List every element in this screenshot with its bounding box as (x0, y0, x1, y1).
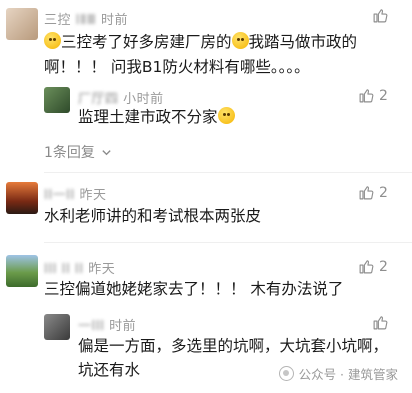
thumbs-up-icon (359, 260, 374, 274)
comment-text-line2: 啊！！！ 问我B1防火材料有哪些。。。。 (44, 58, 310, 76)
thumbs-up-icon (373, 9, 388, 23)
like-count: 2 (379, 258, 388, 275)
comment-text-line2: 坑还有水 (78, 361, 141, 379)
grin-emoji-icon (231, 32, 249, 49)
comment-text: 三控偏道她姥姥家去了！！！ 木有办法说了 (44, 280, 344, 298)
comment-time: 昨天 (88, 262, 116, 277)
like-count: 2 (379, 184, 388, 201)
divider (44, 172, 412, 173)
comment-meta: 三控 ⅠⅡⅢ 时前 (44, 9, 128, 28)
grin-emoji-icon (44, 32, 61, 49)
like-button[interactable]: 2 (358, 87, 388, 104)
laugh-emoji-icon (217, 107, 235, 124)
comment-text: 偏是一方面，多选里的坑啊，大坑套小坑啊， (78, 337, 389, 355)
commenter-name-blurred: ⅠⅡⅢ (75, 13, 97, 28)
like-button[interactable] (372, 7, 393, 24)
comment-meta: ⅠⅠⅠ ⅠⅠ ⅠⅠ 昨天 (44, 258, 115, 277)
comment-text: 三控考了好多房建厂房的 我踏马做市政的 (44, 30, 357, 55)
commenter-name-blurred: ⅠⅠ一ⅠⅠ (44, 188, 75, 203)
avatar[interactable] (44, 87, 70, 113)
like-button[interactable]: 2 (358, 258, 388, 275)
comment-text: 监理土建市政不分家 (78, 105, 235, 130)
comment-time: 时前 (101, 13, 129, 28)
comment-meta: 一ⅠⅠⅠ 时前 (78, 315, 136, 334)
view-replies-link[interactable]: 1条回复 (44, 142, 112, 162)
commenter-name-blurred: 一ⅠⅠⅠ (78, 319, 105, 334)
like-button[interactable] (372, 314, 393, 331)
like-button[interactable]: 2 (358, 184, 388, 201)
comment-meta: ⅠⅠ一ⅠⅠ 昨天 (44, 184, 107, 203)
thumbs-up-icon (359, 186, 374, 200)
commenter-name: 三控 (44, 13, 72, 28)
avatar[interactable] (44, 314, 70, 340)
like-count: 2 (379, 87, 388, 104)
avatar[interactable] (6, 255, 38, 287)
avatar[interactable] (6, 182, 38, 214)
comment-text: 水利老师讲的和考试根本两张皮 (44, 207, 262, 225)
thumbs-up-icon (373, 316, 388, 330)
comment-time: 昨天 (79, 188, 107, 203)
commenter-name-blurred: ⅠⅠⅠ ⅠⅠ ⅠⅠ (44, 262, 84, 277)
chevron-down-icon (102, 149, 111, 155)
avatar[interactable] (6, 8, 38, 40)
divider (44, 242, 412, 243)
watermark: 公众号 · 建筑管家 (278, 364, 398, 383)
thumbs-up-icon (359, 89, 374, 103)
wechat-official-account-icon (278, 366, 294, 381)
comment-time: 时前 (109, 319, 137, 334)
